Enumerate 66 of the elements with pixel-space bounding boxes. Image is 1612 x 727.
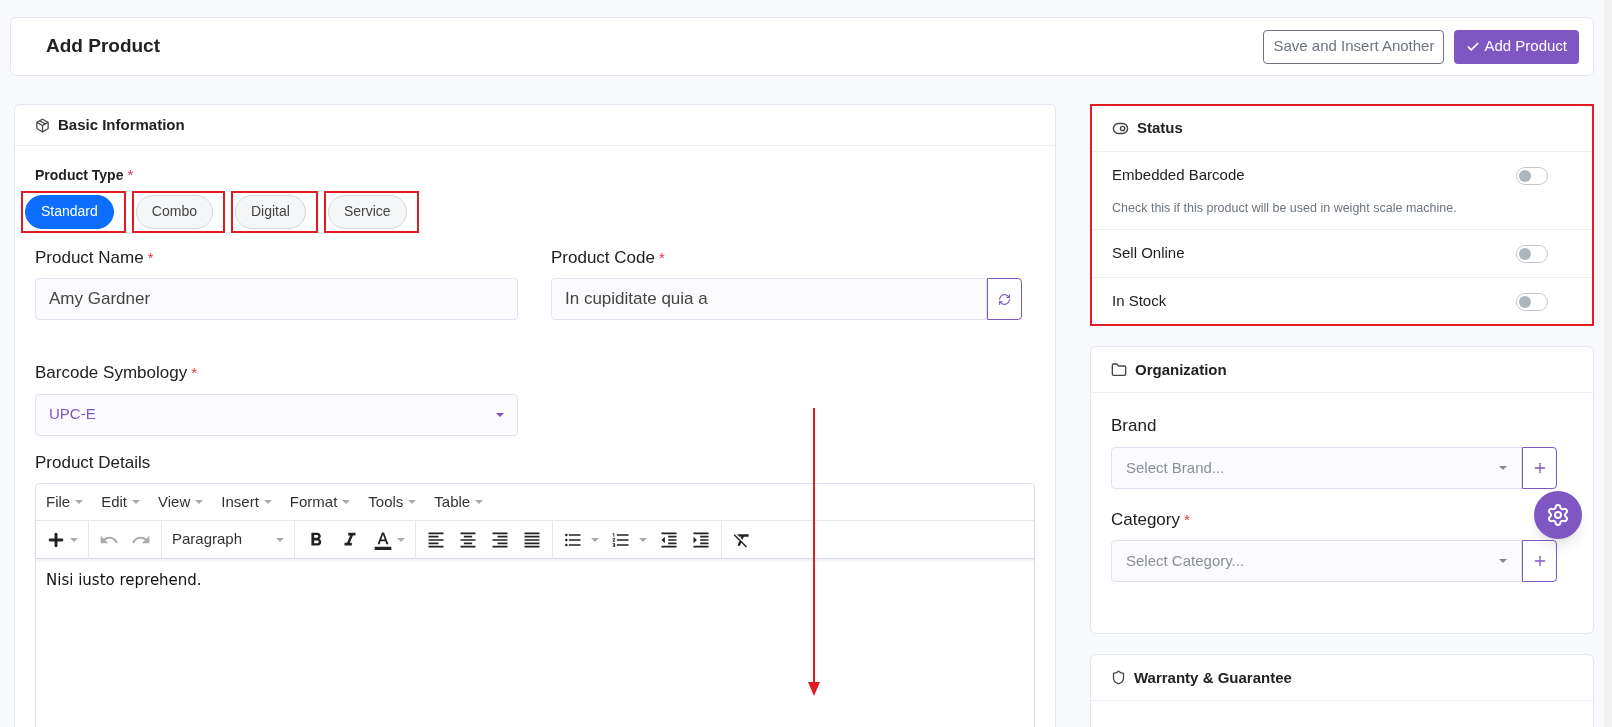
product-type-option[interactable]: Service [327,194,407,229]
product-code-field[interactable]: In cupiditate quia a [551,278,987,320]
settings-icon [1546,503,1570,527]
add-button[interactable] [1522,540,1557,583]
caret-icon [639,537,647,542]
required-mark: * [127,165,134,185]
card-title: Organization [1135,359,1227,380]
editor-menu-item[interactable]: Edit [101,490,141,514]
barcode-symbology-select[interactable]: UPC-E [35,393,518,436]
add-button[interactable] [1522,446,1557,489]
refresh-button[interactable] [987,278,1022,320]
caret-icon [1499,465,1507,470]
field-label: Category [1111,508,1180,531]
editor-content[interactable]: Nisi iusto reprehend. [46,569,1024,592]
card-title: Warranty & Guarantee [1134,667,1292,688]
shield-icon [1111,670,1126,686]
caret-icon [342,500,351,504]
toggle-switch[interactable] [1516,292,1548,311]
caret-icon [408,500,417,504]
toggle-label: Embedded Barcode [1112,165,1246,185]
caret-icon [132,500,141,504]
field-label: Product Details [35,451,151,474]
required-mark: * [191,363,197,383]
caret-icon [195,500,204,504]
caret-icon [75,500,84,504]
editor-menu-item[interactable]: Table [434,490,484,514]
editor-menu-item[interactable]: Format [289,490,351,514]
caret-icon [276,537,284,542]
required-mark: * [658,247,665,268]
product-type-option[interactable]: Standard [25,194,114,229]
product-type-option[interactable]: Digital [234,194,306,229]
card-title: Basic Information [58,114,185,135]
required-mark: * [147,247,154,268]
editor-menu-item[interactable]: Tools [368,490,417,514]
toggle-description: Check this if this product will be used in weight scale machine. [1112,199,1457,217]
product-name-field[interactable]: Amy Gardner [35,278,518,320]
toggle-switch[interactable] [1516,245,1548,264]
field-label: Product Type [35,166,124,185]
field-label: Product Name [35,246,144,269]
refresh-icon [998,292,1011,306]
page-title: Add Product [46,34,160,59]
caret-icon [263,500,272,504]
toggle-switch[interactable] [1516,167,1548,185]
toggle-label: Sell Online [1112,243,1185,264]
folder-icon [1111,361,1127,378]
add-product-button[interactable]: Add Product [1454,29,1579,64]
editor-menu-item[interactable]: View [158,490,204,514]
editor-menu-item[interactable]: Insert [221,490,272,514]
field-label: Brand [1111,415,1157,438]
caret-icon [1499,559,1507,564]
required-mark: * [1184,509,1190,530]
toggle-icon [1112,120,1129,137]
save-and-insert-button[interactable]: Save and Insert Another [1263,29,1445,64]
card-title: Status [1137,118,1183,139]
toggle-label: In Stock [1112,290,1167,311]
field-label: Product Code [551,246,655,269]
caret-icon [496,412,504,417]
box-icon [35,117,50,133]
block-format-select[interactable]: Paragraph [166,520,290,559]
field-label: Barcode Symbology [35,362,188,384]
product-type-option[interactable]: Combo [135,194,213,229]
editor-menu-item[interactable]: File [46,490,84,514]
caret-icon [591,537,599,542]
caret-icon [475,500,484,504]
caret-icon [70,537,78,542]
caret-icon [397,537,405,542]
